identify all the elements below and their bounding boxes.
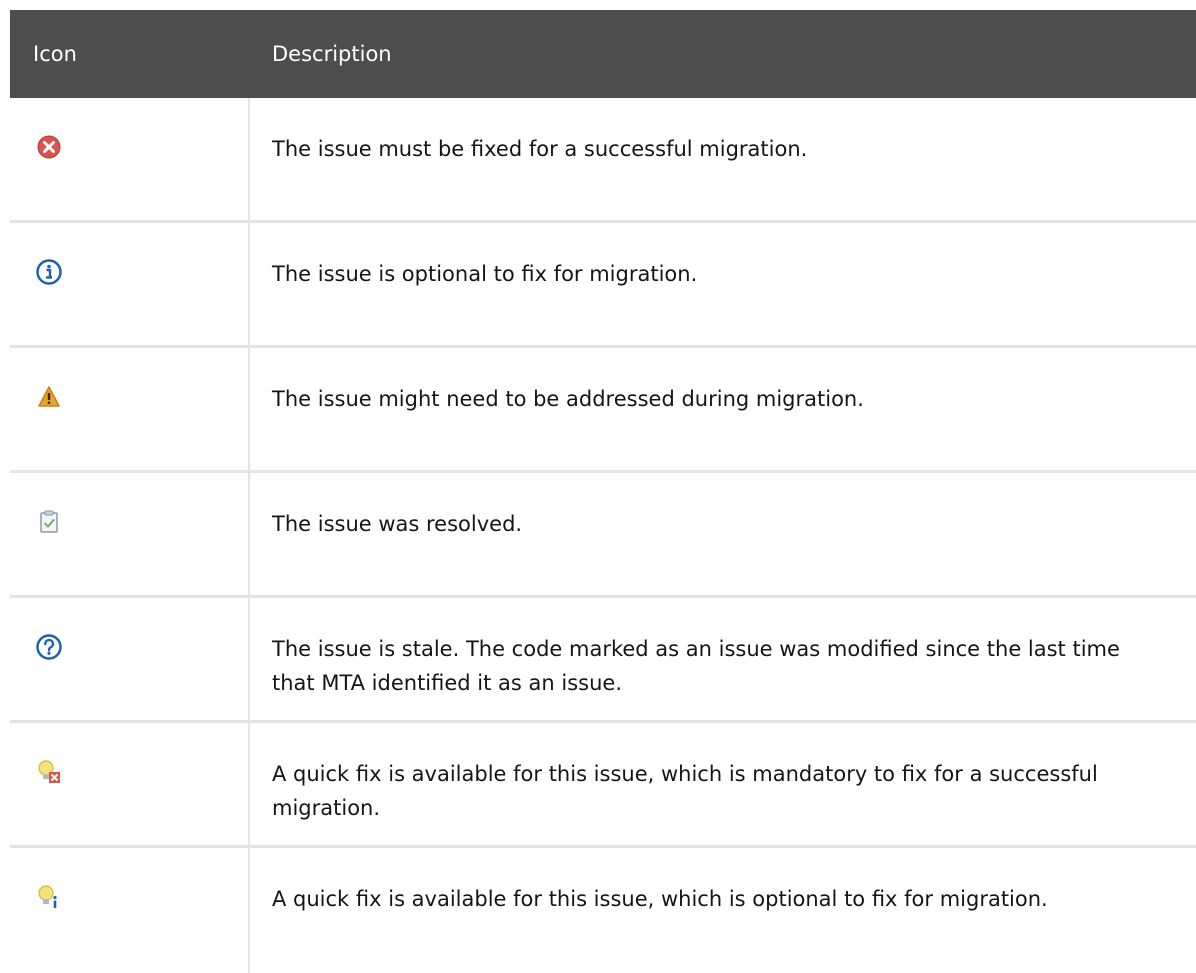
- quickfix-optional-icon: [34, 882, 64, 912]
- error-icon: [34, 132, 64, 162]
- quickfix-mandatory-icon: [34, 757, 64, 787]
- stale-icon: [34, 632, 64, 662]
- row-description: The issue might need to be addressed dur…: [272, 387, 864, 411]
- icon-legend-table: Icon Description The issue must be fixed…: [10, 10, 1196, 973]
- header-icon: Icon: [33, 42, 77, 66]
- table-row: The issue must be fixed for a successful…: [10, 98, 1196, 223]
- row-description: The issue must be fixed for a successful…: [272, 137, 808, 161]
- table-header: Icon Description: [10, 10, 1196, 98]
- row-description: The issue is stale. The code marked as a…: [272, 637, 1120, 695]
- table-row: The issue is optional to fix for migrati…: [10, 223, 1196, 348]
- table-row: The issue might need to be addressed dur…: [10, 348, 1196, 473]
- table-row: A quick fix is available for this issue,…: [10, 848, 1196, 973]
- header-description: Description: [272, 42, 392, 66]
- resolved-icon: [34, 507, 64, 537]
- warning-icon: [34, 382, 64, 412]
- table-row: A quick fix is available for this issue,…: [10, 723, 1196, 848]
- row-description: The issue is optional to fix for migrati…: [272, 262, 698, 286]
- table-row: The issue is stale. The code marked as a…: [10, 598, 1196, 723]
- row-description: A quick fix is available for this issue,…: [272, 762, 1098, 820]
- info-icon: [34, 257, 64, 287]
- row-description: The issue was resolved.: [272, 512, 523, 536]
- table-row: The issue was resolved.: [10, 473, 1196, 598]
- row-description: A quick fix is available for this issue,…: [272, 887, 1048, 911]
